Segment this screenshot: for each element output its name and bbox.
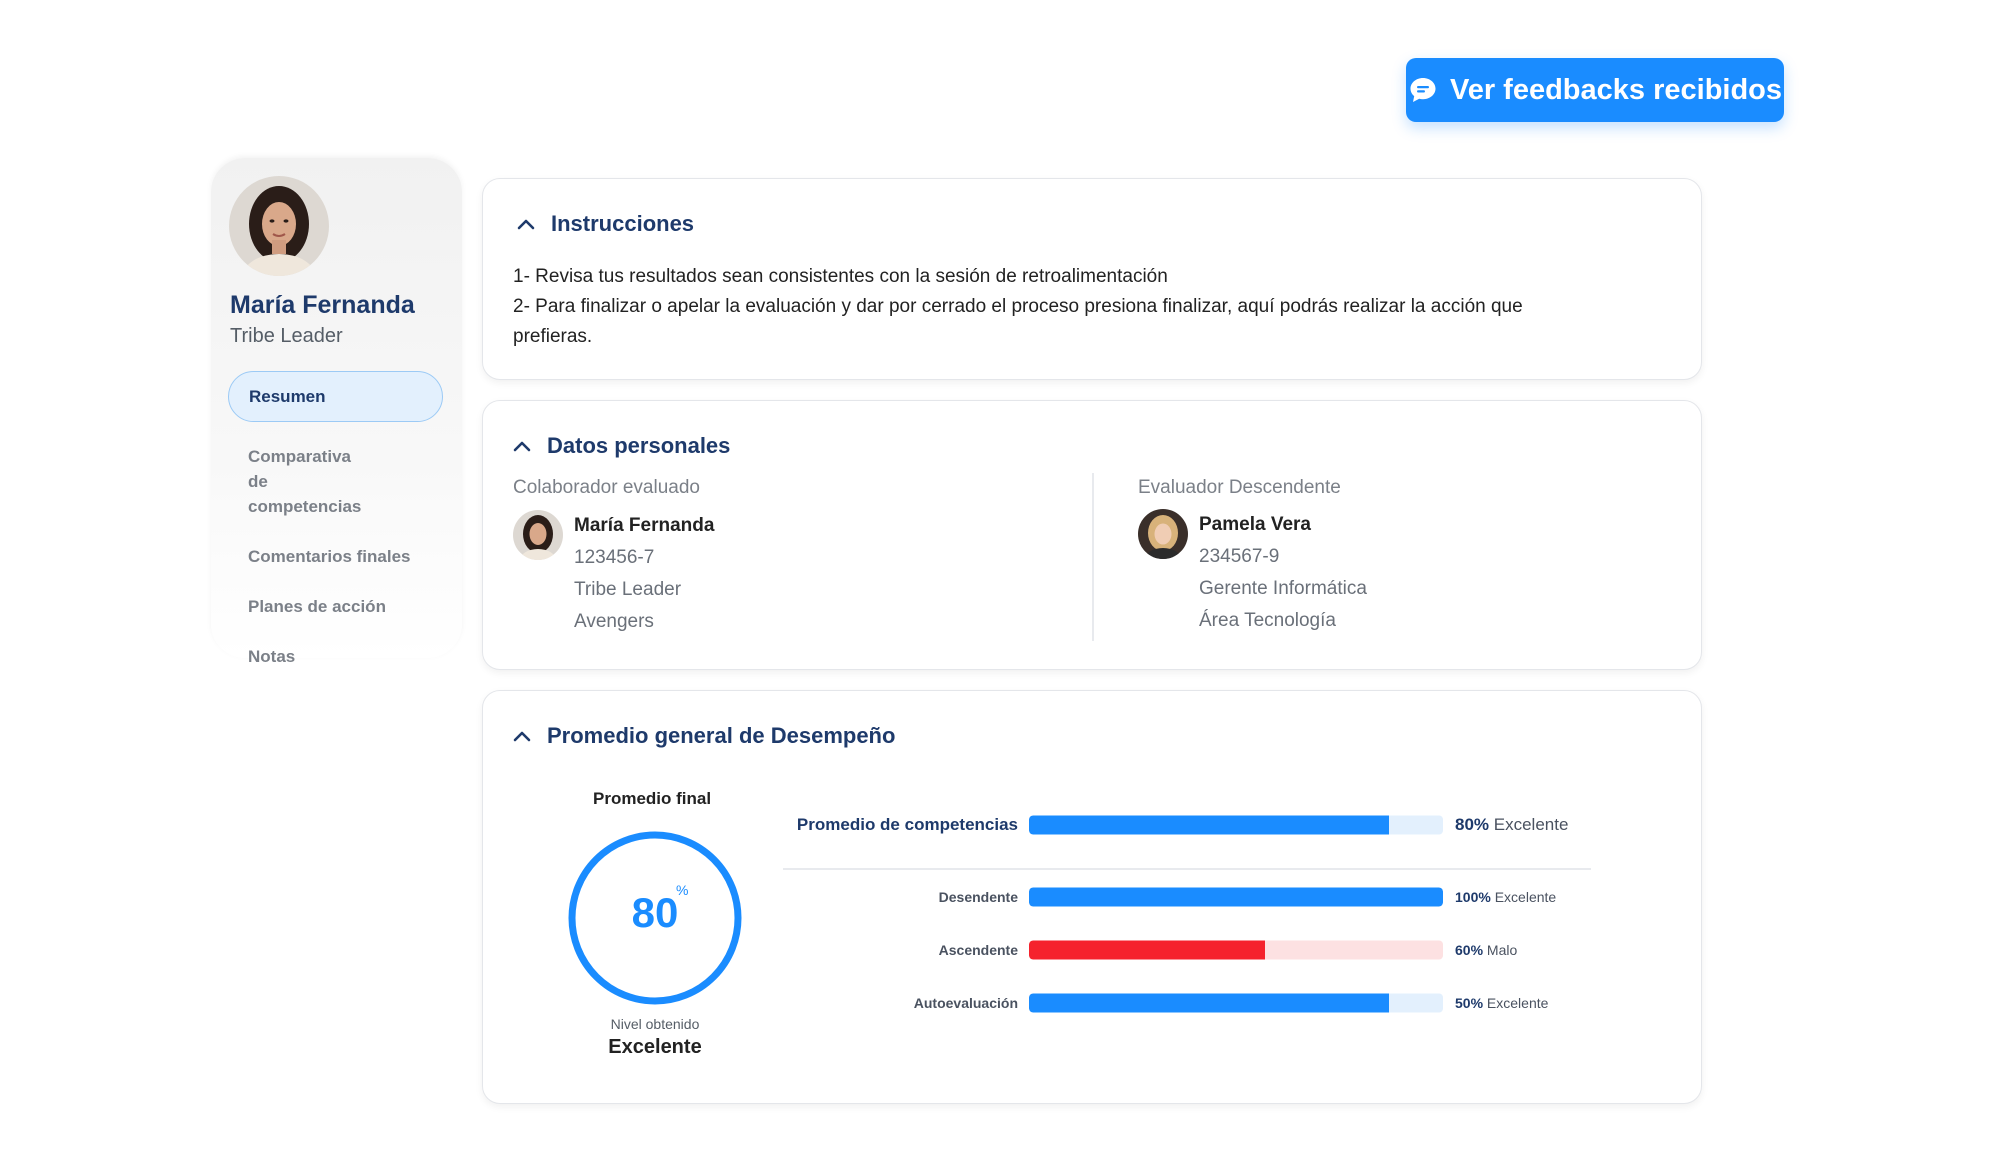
bar-label: Autoevaluación — [913, 995, 1018, 1011]
bar-label: Ascendente — [938, 942, 1018, 958]
bar-label: Desendente — [938, 889, 1018, 905]
bar-row: Promedio de competencias 80% Excelente — [783, 810, 1683, 840]
promedio-card: Promedio general de Desempeño Promedio f… — [482, 690, 1702, 1104]
colaborador-name: María Fernanda — [574, 515, 715, 536]
bar-rating: Excelente — [1494, 889, 1557, 905]
bar-fill — [1029, 940, 1265, 960]
nivel-obtenido-label: Nivel obtenido — [610, 1016, 700, 1032]
bar-percent: 100% — [1455, 889, 1491, 905]
bar-track — [1029, 993, 1443, 1013]
sidebar: María Fernanda Tribe Leader Resumen Comp… — [211, 158, 462, 666]
promedio-final-unit: % — [676, 882, 689, 898]
bar-rating: Malo — [1486, 942, 1518, 958]
instructions-title: Instrucciones — [551, 211, 695, 236]
bar-percent: 50% — [1455, 995, 1484, 1011]
sidebar-item-comparativa[interactable]: Comparativa de competencias — [228, 444, 378, 519]
avatar — [513, 510, 563, 560]
colaborador-id: 123456-7 — [574, 547, 655, 568]
instruction-line-1: 1- Revisa tus resultados sean consistent… — [513, 266, 1168, 287]
evaluador-role: Gerente Informática — [1199, 578, 1367, 599]
sidebar-item-resumen[interactable]: Resumen — [228, 371, 443, 422]
bar-row: Autoevaluación 50% Excelente — [783, 988, 1683, 1018]
column-divider — [1092, 473, 1094, 641]
sidebar-user-name: María Fernanda — [230, 291, 415, 319]
bar-value: 60% Malo — [1455, 942, 1517, 958]
competency-bars: Promedio de competencias 80% Excelente Des… — [783, 691, 1683, 1105]
bar-track — [1029, 815, 1443, 835]
sidebar-item-planes[interactable]: Planes de acción — [228, 594, 443, 619]
bar-track — [1029, 887, 1443, 907]
bar-rating: Excelente — [1486, 995, 1549, 1011]
bar-rating: Excelente — [1493, 815, 1569, 834]
colaborador-team: Avengers — [574, 611, 654, 632]
evaluador-area: Área Tecnología — [1199, 610, 1336, 631]
bar-row: Ascendente 60% Malo — [783, 935, 1683, 965]
bar-percent: 80% — [1455, 815, 1490, 834]
instruction-line-2: 2- Para finalizar o apelar la evaluación… — [513, 296, 1523, 347]
promedio-final-value: 80 — [631, 889, 679, 936]
sidebar-item-comentarios[interactable]: Comentarios finales — [228, 544, 443, 569]
bar-value: 80% Excelente — [1455, 815, 1568, 835]
evaluador-name: Pamela Vera — [1199, 514, 1311, 535]
bar-value: 100% Excelente — [1455, 889, 1556, 905]
sidebar-menu: Resumen Comparativa de competencias Come… — [228, 371, 443, 694]
ver-feedbacks-button[interactable]: Ver feedbacks recibidos — [1406, 58, 1784, 122]
chevron-up-icon — [513, 731, 531, 742]
bar-value: 50% Excelente — [1455, 995, 1548, 1011]
datos-header[interactable]: Datos personales — [513, 433, 730, 459]
ver-feedbacks-label: Ver feedbacks recibidos — [1449, 73, 1783, 106]
chevron-up-icon — [513, 441, 531, 452]
evaluador-label: Evaluador Descendente — [1138, 477, 1341, 498]
bar-fill — [1029, 887, 1443, 907]
bar-fill — [1029, 993, 1390, 1013]
instructions-card: Instrucciones 1- Revisa tus resultados s… — [482, 178, 1702, 380]
nivel-obtenido-value: Excelente — [608, 1036, 702, 1058]
datos-title: Datos personales — [547, 433, 731, 458]
avatar — [229, 176, 329, 276]
sidebar-item-notas[interactable]: Notas — [228, 644, 443, 669]
bar-label: Promedio de competencias — [796, 815, 1018, 834]
evaluador-id: 234567-9 — [1199, 546, 1280, 567]
colaborador-role: Tribe Leader — [574, 579, 682, 600]
bar-fill — [1029, 815, 1390, 835]
colaborador-label: Colaborador evaluado — [513, 477, 700, 498]
instructions-body: 1- Revisa tus resultados sean consistent… — [513, 262, 1563, 352]
bars-divider — [783, 868, 1591, 870]
bar-row: Desendente 100% Excelente — [783, 882, 1683, 912]
bar-track — [1029, 940, 1443, 960]
datos-personales-card: Datos personales Colaborador evaluado Ma… — [482, 400, 1702, 670]
avatar — [1138, 509, 1188, 559]
chevron-up-icon — [517, 219, 535, 230]
instructions-header[interactable]: Instrucciones — [517, 211, 694, 237]
chat-bubble-icon — [1410, 78, 1436, 102]
page: Ver feedbacks recibidos María Fernanda T… — [0, 0, 2000, 1167]
sidebar-user-role: Tribe Leader — [230, 325, 343, 347]
promedio-final-label: Promedio final — [593, 789, 712, 808]
bar-percent: 60% — [1455, 942, 1484, 958]
